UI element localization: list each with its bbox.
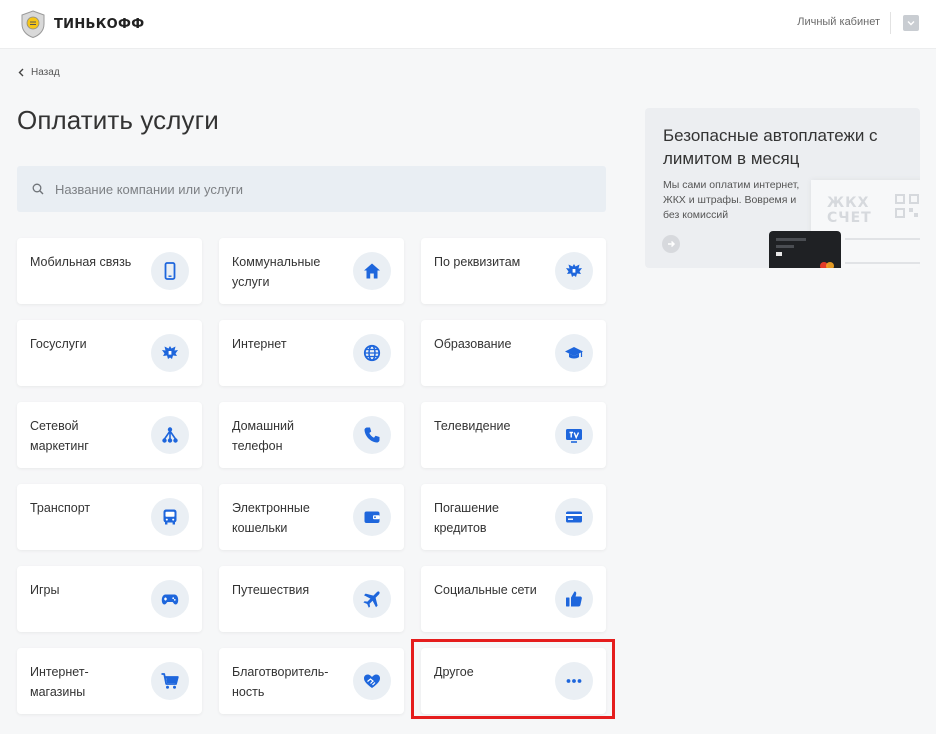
brand-emblem-icon (21, 10, 45, 39)
service-label: Коммунальные услуги (232, 255, 321, 289)
account-link[interactable]: Личный кабинет (797, 16, 880, 28)
service-icon-badge (555, 252, 593, 290)
back-link[interactable]: Назад (18, 67, 60, 78)
receipt-lines (845, 238, 920, 264)
chevron-down-icon (907, 21, 915, 26)
autopay-promo-banner[interactable]: ЖКХ СЧЕТ Безопасные автоплатежи с лимитом… (645, 108, 920, 268)
wallet-icon (364, 511, 380, 523)
page-title: Оплатить услуги (17, 105, 219, 135)
back-link-label: Назад (31, 67, 60, 78)
service-label: Погашение кредитов (434, 501, 499, 535)
services-grid: Мобильная связь Коммунальные услуги По р… (17, 238, 606, 714)
globe-icon (363, 344, 381, 362)
service-icon-badge (151, 252, 189, 290)
service-label: Домашний телефон (232, 419, 294, 453)
bus-icon (163, 509, 177, 525)
mastercard-logo-icon (820, 262, 834, 268)
service-icon-badge (353, 252, 391, 290)
service-card-utilities[interactable]: Коммунальные услуги (219, 238, 404, 304)
service-label: Интернет (232, 337, 287, 351)
service-card-gosuslugi[interactable]: Госуслуги (17, 320, 202, 386)
account-menu-button[interactable] (903, 15, 919, 31)
network-icon (162, 427, 178, 443)
service-card-internet[interactable]: Интернет (219, 320, 404, 386)
service-card-network-marketing[interactable]: Сетевой маркетинг (17, 402, 202, 468)
service-card-online-stores[interactable]: Интернет- магазины (17, 648, 202, 714)
service-card-by-requisites[interactable]: По реквизитам (421, 238, 606, 304)
service-label: Игры (30, 583, 60, 597)
airplane-icon (363, 591, 380, 608)
service-label: Другое (434, 665, 474, 679)
service-card-television[interactable]: Телевидение (421, 402, 606, 468)
service-card-transport[interactable]: Транспорт (17, 484, 202, 550)
thumbs-up-icon (566, 591, 582, 607)
phone-handset-icon (364, 427, 380, 443)
service-label: Сетевой маркетинг (30, 419, 89, 453)
more-dots-icon (566, 679, 582, 683)
service-label: Путешествия (232, 583, 310, 597)
bank-card-illustration (769, 231, 841, 268)
search-icon (32, 183, 44, 195)
credit-card-icon (566, 511, 582, 523)
service-card-e-wallets[interactable]: Электронные кошельки (219, 484, 404, 550)
service-icon-badge (151, 416, 189, 454)
service-label: Интернет- магазины (30, 665, 89, 699)
chevron-left-icon (18, 68, 24, 77)
service-label: Транспорт (30, 501, 91, 515)
promo-arrow-button[interactable] (662, 235, 680, 253)
service-icon-badge (555, 580, 593, 618)
service-icon-badge (151, 334, 189, 372)
service-card-travel[interactable]: Путешествия (219, 566, 404, 632)
service-icon-badge (353, 662, 391, 700)
header-divider (890, 12, 891, 34)
graduation-cap-icon (565, 347, 583, 359)
service-icon-badge (353, 416, 391, 454)
service-label: Социальные сети (434, 583, 537, 597)
handshake-heart-icon (364, 674, 380, 688)
service-label: Мобильная связь (30, 255, 132, 269)
service-icon-badge (555, 662, 593, 700)
search-input[interactable] (53, 180, 577, 198)
gamepad-icon (161, 594, 179, 605)
service-icon-badge (555, 498, 593, 536)
service-card-games[interactable]: Игры (17, 566, 202, 632)
promo-title: Безопасные автоплатежи с лимитом в месяц (663, 126, 878, 168)
service-label: Благотворитель- ность (232, 665, 329, 699)
service-icon-badge (353, 580, 391, 618)
tv-icon (566, 429, 582, 443)
service-card-mobile[interactable]: Мобильная связь (17, 238, 202, 304)
arrow-right-icon (668, 240, 676, 248)
service-icon-badge (151, 662, 189, 700)
receipt-illustration-text: ЖКХ СЧЕТ (827, 195, 872, 226)
service-card-social-networks[interactable]: Социальные сети (421, 566, 606, 632)
shopping-cart-icon (161, 673, 179, 689)
service-icon-badge (353, 334, 391, 372)
service-icon-badge (555, 334, 593, 372)
service-icon-badge (151, 498, 189, 536)
coat-of-arms-icon (566, 264, 582, 277)
service-icon-badge (555, 416, 593, 454)
service-icon-badge (151, 580, 189, 618)
service-card-other[interactable]: Другое (421, 648, 606, 714)
service-label: Госуслуги (30, 337, 87, 351)
service-label: Телевидение (434, 419, 511, 433)
qr-code-icon (895, 194, 919, 218)
brand-name: ТИНЬКОФФ (54, 16, 145, 32)
service-label: Образование (434, 337, 512, 351)
brand-logo[interactable]: ТИНЬКОФФ (18, 9, 144, 39)
house-icon (364, 263, 380, 279)
coat-of-arms-icon (162, 346, 178, 359)
service-card-loan-repayment[interactable]: Погашение кредитов (421, 484, 606, 550)
service-label: По реквизитам (434, 255, 521, 269)
search-box[interactable] (17, 166, 606, 212)
top-header: ТИНЬКОФФ Личный кабинет (0, 0, 936, 48)
service-card-home-phone[interactable]: Домашний телефон (219, 402, 404, 468)
mobile-phone-icon (164, 262, 176, 280)
service-card-charity[interactable]: Благотворитель- ность (219, 648, 404, 714)
service-label: Электронные кошельки (232, 501, 310, 535)
service-icon-badge (353, 498, 391, 536)
promo-text: Мы сами оплатим интернет, ЖКХ и штрафы. … (663, 179, 800, 221)
service-card-education[interactable]: Образование (421, 320, 606, 386)
